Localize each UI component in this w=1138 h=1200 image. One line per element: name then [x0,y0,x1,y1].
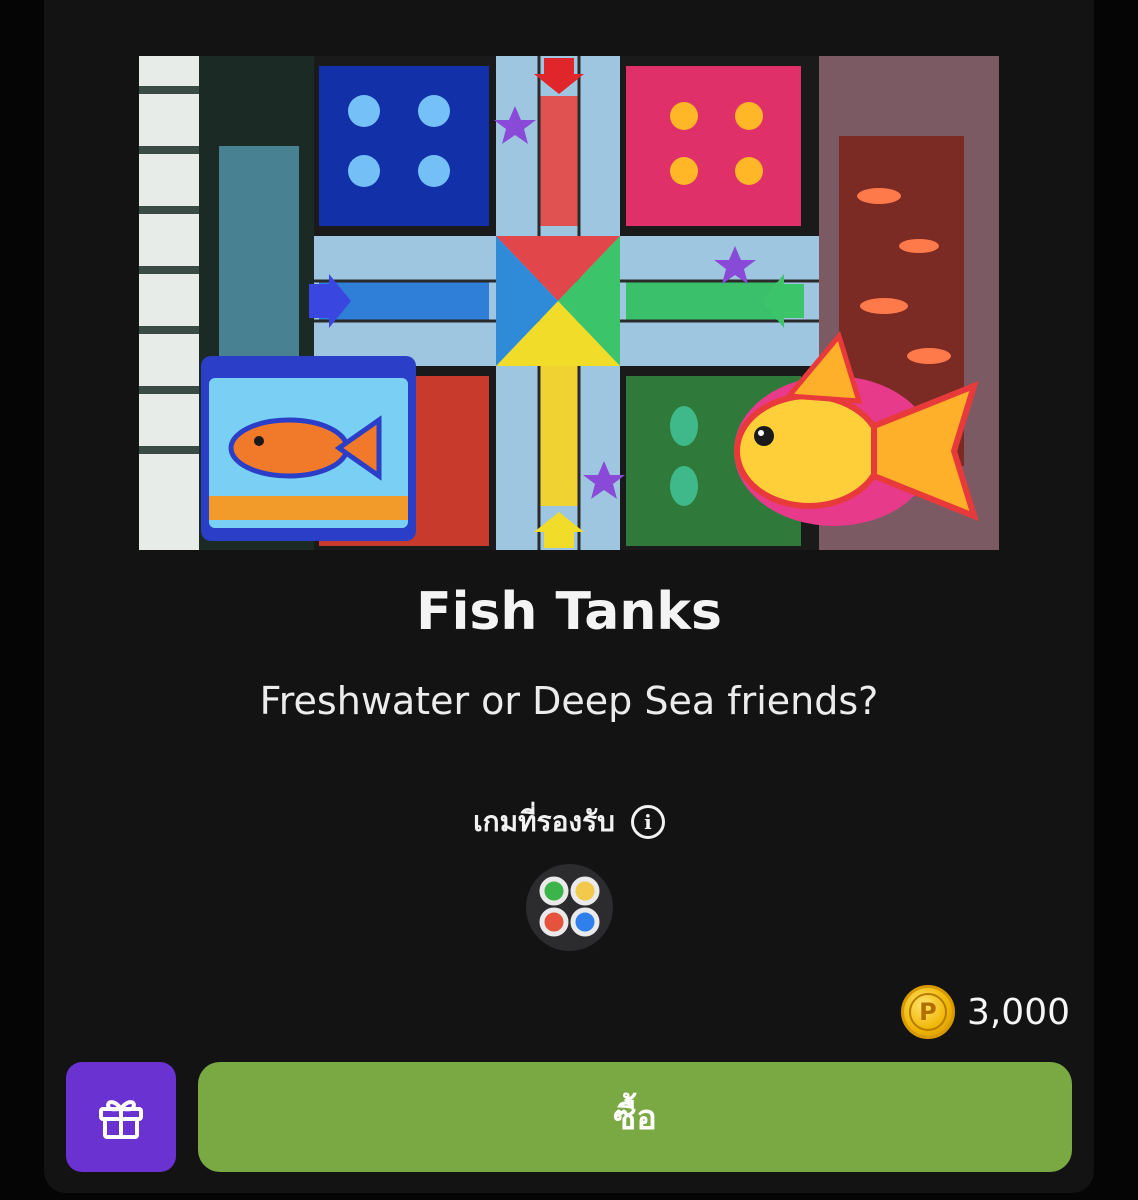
coin-icon: P [900,985,955,1039]
ludo-game-icon[interactable] [526,864,613,951]
product-title: Fish Tanks [416,582,722,642]
gift-icon [99,1100,143,1139]
coin-symbol: P [908,993,947,1031]
price-value: 3,000 [966,991,1070,1033]
product-subtitle: Freshwater or Deep Sea friends? [259,679,879,723]
product-banner-image [139,56,999,550]
supported-games-row: เกมที่รองรับ i [0,800,1138,844]
gift-button[interactable] [66,1062,176,1172]
price-display: P 3,000 [900,985,1070,1039]
supported-games-label: เกมที่รองรับ [473,805,615,838]
buy-button[interactable]: ซื้อ [198,1062,1072,1172]
info-icon[interactable]: i [630,805,665,839]
